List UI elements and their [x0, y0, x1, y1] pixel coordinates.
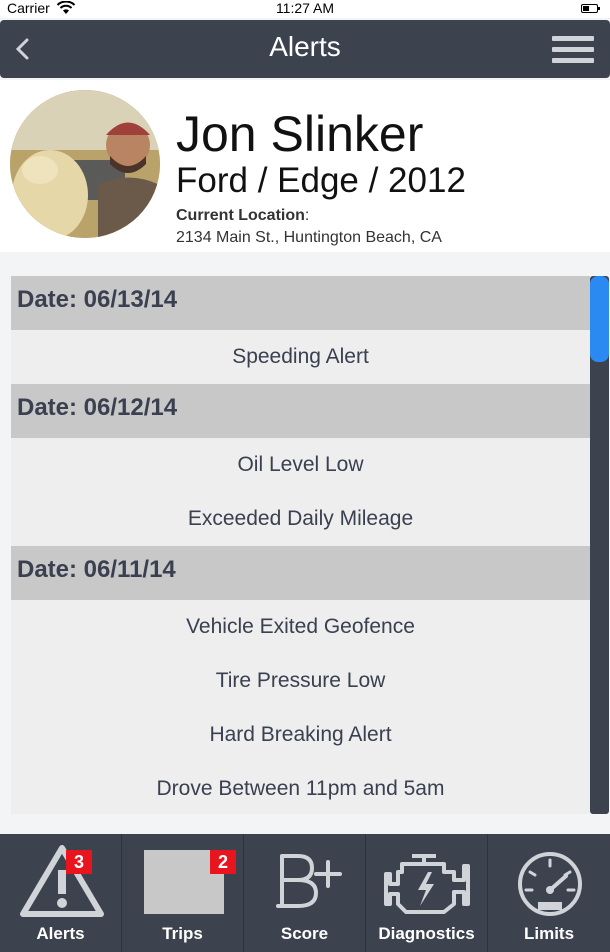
tab-limits[interactable]: Limits [488, 834, 610, 952]
date-header: Date: 06/11/14 [11, 546, 590, 600]
app-screen: Carrier 11:27 AM Alerts Jon Slinker Ford… [0, 0, 610, 952]
driver-name: Jon Slinker [176, 106, 424, 162]
vehicle-info: Ford / Edge / 2012 [176, 161, 466, 200]
alerts-list[interactable]: Date: 06/13/14 Speeding Alert Date: 06/1… [11, 276, 590, 814]
tab-label: Alerts [36, 924, 85, 943]
tab-alerts[interactable]: 3 Alerts [0, 834, 122, 952]
tab-label: Limits [523, 924, 575, 943]
alert-item[interactable]: Oil Level Low [11, 438, 590, 492]
battery-icon [581, 4, 600, 13]
tab-trips[interactable]: 2 Trips [122, 834, 244, 952]
alert-item[interactable]: Speeding Alert [11, 330, 590, 384]
date-header: Date: 06/12/14 [11, 384, 590, 438]
status-bar: Carrier 11:27 AM [0, 0, 610, 18]
hamburger-menu-icon[interactable] [552, 36, 594, 64]
engine-icon [384, 854, 470, 914]
tab-diagnostics[interactable]: Diagnostics [366, 834, 488, 952]
date-header: Date: 06/13/14 [11, 276, 590, 330]
tab-label: Trips [162, 924, 203, 943]
alert-item[interactable]: Drove Between 11pm and 5am [11, 762, 590, 814]
driver-profile: Jon Slinker Ford / Edge / 2012 Current L… [0, 80, 610, 252]
tab-score[interactable]: Score [244, 834, 366, 952]
trips-badge: 2 [210, 850, 236, 874]
tab-label: Score [280, 924, 329, 943]
alerts-badge: 3 [66, 850, 92, 874]
alert-item[interactable]: Vehicle Exited Geofence [11, 600, 590, 654]
page-title: Alerts [269, 31, 341, 62]
avatar [10, 90, 160, 238]
clock: 11:27 AM [275, 0, 335, 16]
warning-triangle-icon [20, 845, 104, 917]
alert-item[interactable]: Hard Breaking Alert [11, 708, 590, 762]
grade-b-plus-icon [276, 854, 342, 908]
current-location-label: Current Location: [176, 207, 310, 224]
tab-bar: 3 Alerts 2 Trips Score Diagnostics Limit… [0, 834, 610, 952]
scrollbar-thumb[interactable] [590, 276, 609, 362]
alert-item[interactable]: Tire Pressure Low [11, 654, 590, 708]
speedometer-icon [518, 852, 582, 916]
current-location-value: 2134 Main St., Huntington Beach, CA [176, 229, 442, 246]
nav-bar: Alerts [0, 20, 610, 78]
tab-label: Diagnostics [378, 924, 475, 943]
alert-item[interactable]: Exceeded Daily Mileage [11, 492, 590, 546]
